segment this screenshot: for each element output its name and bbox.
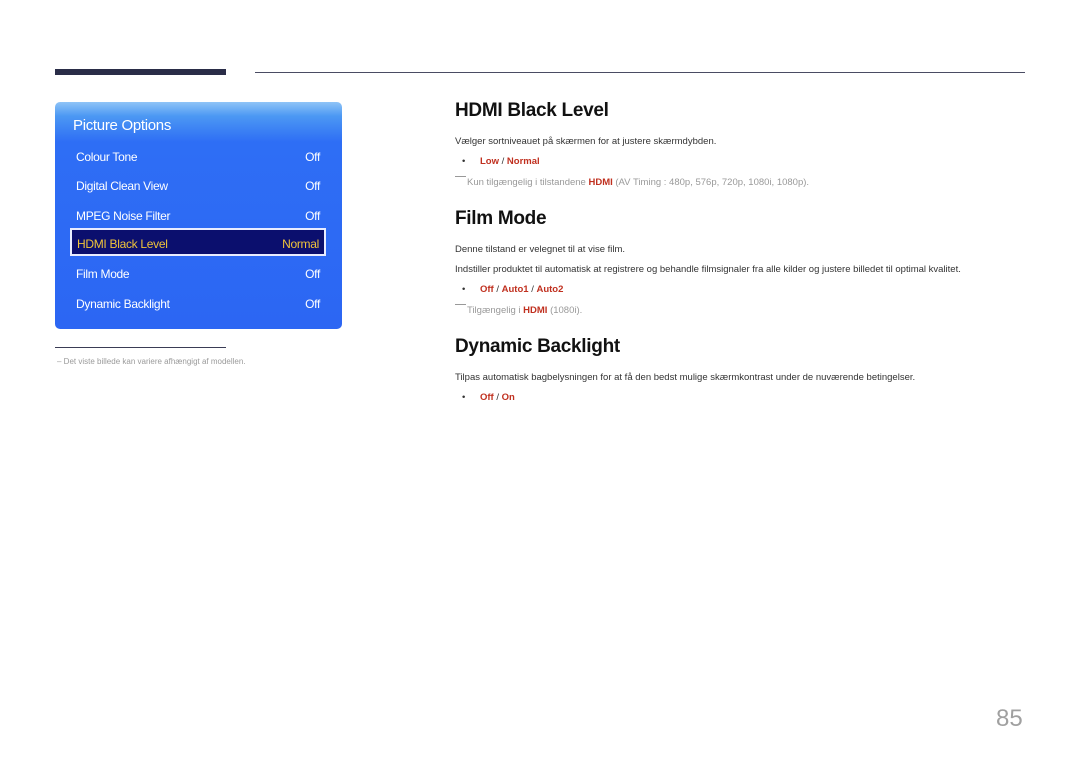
header-rule — [255, 72, 1025, 73]
menu-item-label: Dynamic Backlight — [76, 297, 170, 311]
option-low: Low — [480, 156, 499, 167]
page-number: 85 — [996, 705, 1023, 732]
menu-item-value: Off — [305, 267, 320, 281]
note-text: (1080i). — [547, 305, 583, 316]
menu-item-label: Film Mode — [76, 267, 130, 281]
section-description: Indstiller produktet til automatisk at r… — [455, 264, 961, 275]
header-bar-accent — [55, 69, 226, 75]
bullet-icon: • — [462, 156, 466, 167]
menu-item-label: Digital Clean View — [76, 179, 168, 193]
section-film-mode: Film Mode — [455, 208, 547, 230]
menu-item-dynamic-backlight[interactable]: Dynamic Backlight Off — [71, 291, 325, 317]
option-on: On — [501, 392, 515, 403]
availability-note: Kun tilgængelig i tilstandene HDMI (AV T… — [455, 176, 809, 188]
menu-item-label: MPEG Noise Filter — [76, 209, 171, 223]
menu-item-value: Normal — [282, 237, 319, 251]
menu-item-digital-clean-view[interactable]: Digital Clean View Off — [71, 173, 325, 199]
bullet-icon: • — [462, 284, 466, 295]
section-title: Film Mode — [455, 208, 547, 229]
bullet-icon: • — [462, 392, 466, 403]
option-separator: / — [493, 392, 502, 403]
footnote-rule — [55, 347, 226, 348]
option-off: Off — [480, 392, 494, 403]
footnote-text: – Det viste billede kan variere afhængig… — [57, 357, 246, 366]
menu-item-hdmi-black-level[interactable]: HDMI Black Level Normal — [70, 228, 326, 256]
menu-item-label: Colour Tone — [76, 150, 138, 164]
menu-item-value: Off — [305, 297, 320, 311]
note-text: (AV Timing : 480p, 576p, 720p, 1080i, 10… — [612, 177, 810, 188]
menu-item-mpeg-noise-filter[interactable]: MPEG Noise Filter Off — [71, 203, 325, 229]
section-dynamic-backlight: Dynamic Backlight — [455, 336, 620, 358]
menu-item-film-mode[interactable]: Film Mode Off — [71, 261, 325, 287]
option-auto1: Auto1 — [501, 284, 529, 295]
option-separator: / — [493, 284, 502, 295]
section-hdmi-black-level: HDMI Black Level — [455, 100, 609, 122]
availability-note: Tilgængelig i HDMI (1080i). — [455, 304, 582, 316]
section-description: Denne tilstand er velegnet til at vise f… — [455, 244, 626, 255]
option-off: Off — [480, 284, 494, 295]
section-title: Dynamic Backlight — [455, 336, 620, 357]
note-dash-icon — [455, 304, 466, 305]
section-title: HDMI Black Level — [455, 100, 609, 121]
note-dash-icon — [455, 176, 466, 177]
note-text: Kun tilgængelig i tilstandene — [467, 177, 589, 188]
menu-item-label: HDMI Black Level — [77, 237, 168, 251]
picture-options-menu: Picture Options Colour Tone Off Digital … — [55, 102, 342, 329]
menu-item-value: Off — [305, 150, 320, 164]
option-separator: / — [499, 156, 507, 167]
section-description: Vælger sortniveauet på skærmen for at ju… — [455, 136, 717, 147]
menu-title: Picture Options — [73, 117, 172, 134]
option-auto2: Auto2 — [536, 284, 564, 295]
menu-item-value: Off — [305, 209, 320, 223]
note-text: Tilgængelig i — [467, 305, 524, 316]
menu-item-value: Off — [305, 179, 320, 193]
option-normal: Normal — [506, 156, 540, 167]
menu-item-colour-tone[interactable]: Colour Tone Off — [71, 144, 325, 170]
note-highlight: HDMI — [523, 305, 548, 316]
section-description: Tilpas automatisk bagbelysningen for at … — [455, 372, 916, 383]
note-highlight: HDMI — [588, 177, 613, 188]
